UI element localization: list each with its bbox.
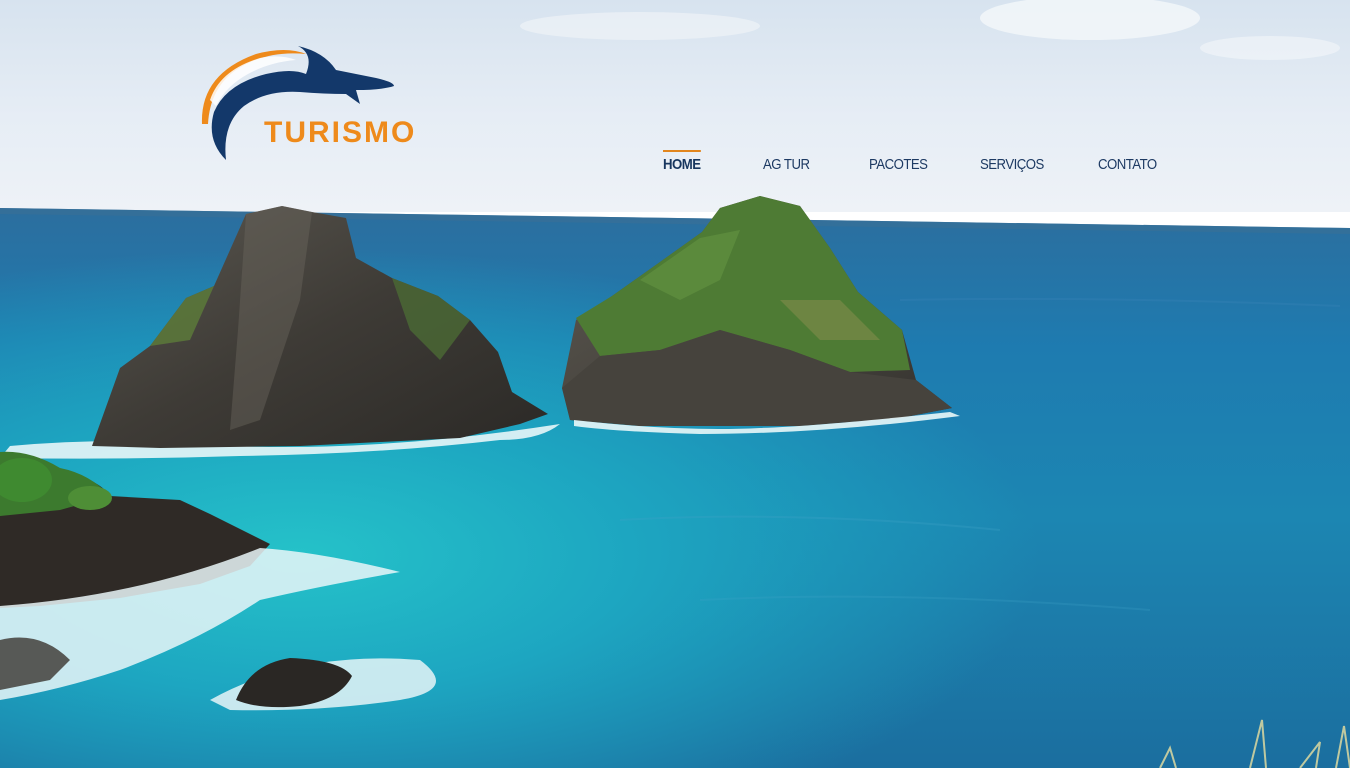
brand-logo[interactable]: TURISMO bbox=[196, 44, 466, 166]
nav-item-ag-tur[interactable]: AG TUR bbox=[763, 150, 810, 180]
nav-item-contato[interactable]: CONTATO bbox=[1098, 150, 1157, 180]
nav-item-home[interactable]: HOME bbox=[663, 150, 701, 180]
brand-name: TURISMO bbox=[264, 116, 417, 149]
nav-item-servicos[interactable]: SERVIÇOS bbox=[980, 150, 1044, 180]
nav-item-pacotes[interactable]: PACOTES bbox=[869, 150, 928, 180]
